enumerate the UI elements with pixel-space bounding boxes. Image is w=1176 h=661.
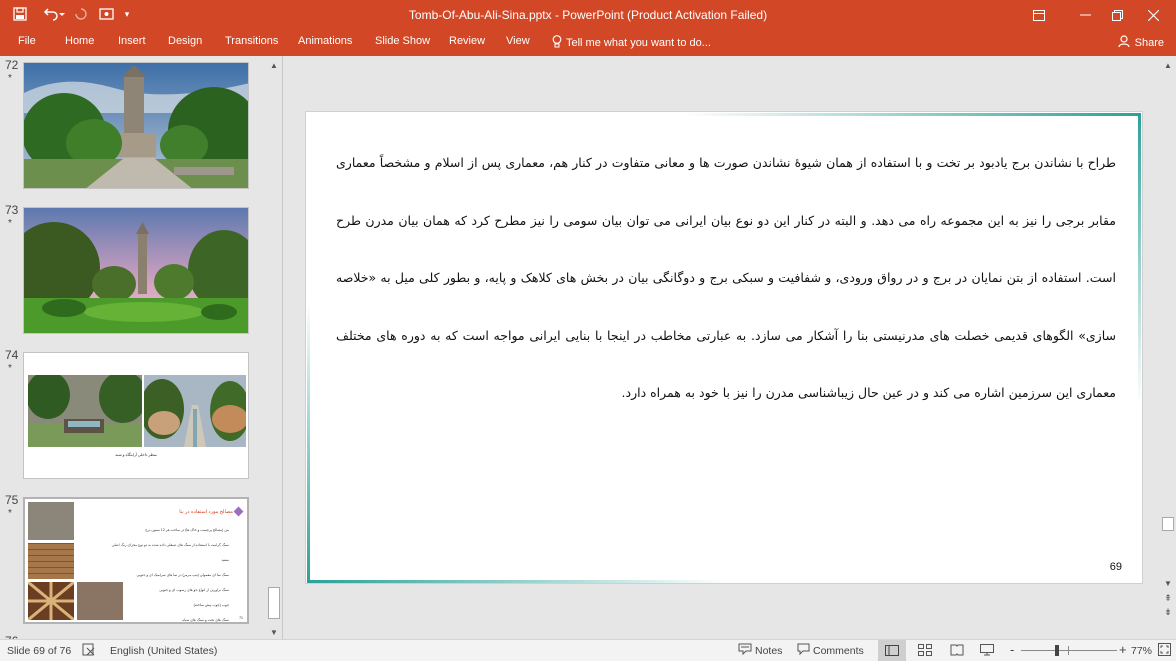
comments-icon[interactable] (797, 643, 810, 658)
tell-me-box[interactable]: Tell me what you want to do... (552, 35, 711, 51)
tab-insert[interactable]: Insert (118, 35, 146, 47)
thumbnail-page-number: 71 (239, 616, 243, 620)
notes-icon[interactable] (738, 643, 752, 658)
thumbnail-number: 74 (5, 348, 19, 362)
slide-thumbnail-pane: 72 * 73 * 74 * منظر داخلی آرامگاه و شبه … (0, 56, 283, 639)
thumbnail-star: * (8, 363, 12, 374)
thumbnail-number: 75 (5, 493, 19, 507)
person-icon (1118, 35, 1131, 51)
lightbulb-icon (552, 35, 562, 51)
courtyard-photo (28, 375, 142, 447)
share-button[interactable]: Share (1118, 32, 1164, 54)
tab-view[interactable]: View (506, 35, 530, 47)
slide-thumbnail-73[interactable] (23, 207, 249, 334)
thumbnail-title: مصالح مورد استفاده در بنا (179, 509, 233, 515)
reading-view-icon[interactable] (950, 644, 964, 659)
tell-me-text: Tell me what you want to do... (566, 37, 711, 49)
diamond-bullet-icon (233, 506, 244, 517)
zoom-slider-track[interactable] (1021, 650, 1117, 651)
thumbnail-bullet: سنگ های تخت و سنگ های سیاه (182, 618, 229, 622)
slide-body-text[interactable]: طراح با نشاندن برج یادبود بر تخت و با اس… (336, 134, 1116, 422)
tab-slide-show[interactable]: Slide Show (375, 35, 430, 47)
garden-photo (24, 208, 248, 333)
language-indicator[interactable]: English (United States) (110, 645, 217, 657)
next-slide-icon[interactable]: ⇟ (1160, 605, 1176, 619)
scroll-down-icon[interactable]: ▼ (1160, 576, 1176, 590)
thumbnail-bullet: سنگ تراورتن از انواع جو های رسوب ای و جن… (159, 588, 229, 592)
slide-counter: Slide 69 of 76 (7, 645, 72, 657)
ribbon-display-icon[interactable] (1016, 0, 1062, 30)
thumbnail-star: * (8, 218, 12, 229)
spell-check-icon[interactable] (82, 643, 96, 659)
slide-sorter-icon[interactable] (918, 644, 932, 659)
scroll-thumb[interactable] (1162, 517, 1174, 531)
tab-animations[interactable]: Animations (298, 35, 352, 47)
previous-slide-icon[interactable]: ⇞ (1160, 591, 1176, 605)
thumbnail-star: * (8, 508, 12, 519)
current-slide[interactable]: طراح با نشاندن برج یادبود بر تخت و با اس… (305, 111, 1143, 584)
thumbnail-bullet: سنگ نما ای معمولی (تیپ مرمر) در نما های … (136, 573, 229, 577)
zoom-slider-thumb[interactable] (1054, 645, 1059, 656)
material-photo (27, 580, 75, 622)
tab-file[interactable]: File (18, 35, 36, 47)
ribbon-tabs: File Home Insert Design Transitions Anim… (0, 30, 1176, 56)
slide-thumbnail-75[interactable]: مصالح مورد استفاده در بنا بتن (مصالح پرچ… (23, 497, 249, 624)
scroll-up-icon[interactable]: ▲ (1160, 58, 1176, 72)
material-photo (28, 502, 74, 540)
zoom-slider-center-mark (1068, 646, 1069, 655)
title-bar: ▾ Tomb-Of-Abu-Ali-Sina.pptx - PowerPoint… (0, 0, 1176, 30)
normal-view-icon[interactable] (878, 640, 906, 661)
walkway-photo (144, 375, 246, 447)
zoom-in-button[interactable]: + (1119, 642, 1127, 657)
scroll-thumb[interactable] (268, 587, 280, 619)
thumbnail-number: 72 (5, 58, 19, 72)
notes-button[interactable]: Notes (755, 645, 782, 657)
slide-page-number: 69 (1109, 561, 1122, 573)
thumbnail-star: * (8, 73, 12, 84)
slide-thumbnail-72[interactable] (23, 62, 249, 189)
thumbnail-number: 73 (5, 203, 19, 217)
scroll-down-icon[interactable]: ▼ (266, 625, 282, 639)
tab-design[interactable]: Design (168, 35, 202, 47)
thumbnail-bullet: چوب (چوب پیش ساخته) (193, 603, 229, 607)
tab-review[interactable]: Review (449, 35, 485, 47)
thumbnail-caption: منظر داخلی آرامگاه و شبه (115, 453, 157, 457)
tower-photo (24, 63, 248, 188)
tab-transitions[interactable]: Transitions (225, 35, 278, 47)
status-bar: Slide 69 of 76 English (United States) N… (0, 639, 1176, 661)
window-title: Tomb-Of-Abu-Ali-Sina.pptx - PowerPoint (… (408, 8, 768, 22)
fit-to-window-icon[interactable] (1158, 643, 1171, 659)
slide-editor: طراح با نشاندن برج یادبود بر تخت و با اس… (285, 56, 1160, 639)
scroll-up-icon[interactable]: ▲ (266, 58, 282, 72)
thumbnail-bullet: بتن (مصالح پرچسب و خاک ها) در ساخت هر 12… (145, 528, 229, 532)
slideshow-icon[interactable] (980, 644, 994, 659)
zoom-level[interactable]: 77% (1131, 645, 1152, 657)
slide-thumbnail-74[interactable]: منظر داخلی آرامگاه و شبه (23, 352, 249, 479)
thumbnail-bullet: سنگ گرانیت با استفاده از سنگ های صیقلی د… (111, 543, 229, 562)
editor-scrollbar[interactable]: ▲ ▼ ⇞ ⇟ (1160, 56, 1176, 639)
thumbnail-scrollbar[interactable]: ▲ ▼ (266, 56, 282, 639)
material-photo (28, 543, 74, 579)
comments-button[interactable]: Comments (813, 645, 864, 657)
zoom-out-button[interactable]: - (1010, 642, 1014, 657)
share-label: Share (1134, 37, 1164, 49)
close-icon[interactable] (1130, 0, 1176, 30)
tab-home[interactable]: Home (65, 35, 94, 47)
thumbnail-bullets: بتن (مصالح پرچسب و خاک ها) در ساخت هر 12… (109, 523, 229, 622)
